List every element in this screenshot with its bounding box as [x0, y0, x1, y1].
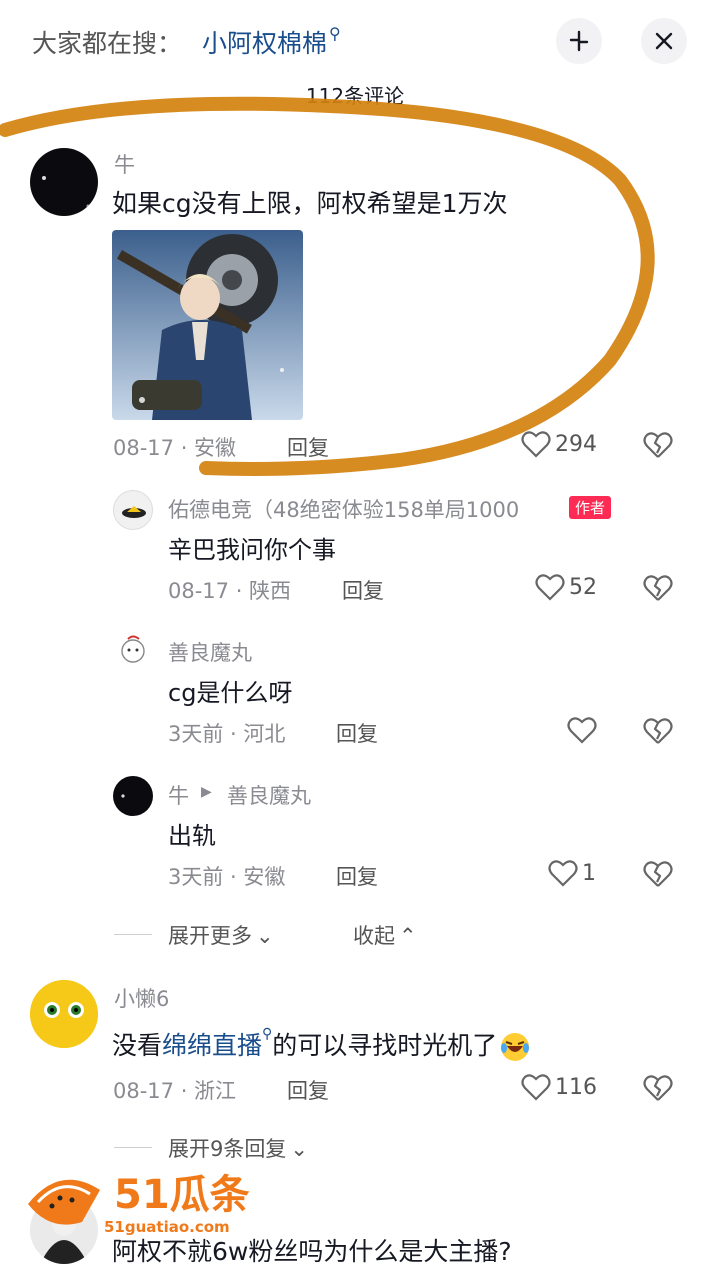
collapse-label: 收起 [353, 924, 395, 948]
search-suggest-link[interactable]: 小阿权棉棉 ⚲ [202, 24, 341, 60]
avatar[interactable] [30, 148, 98, 216]
comment-text: 没看绵绵直播⚲的可以寻找时光机了 [112, 1026, 530, 1062]
heart-icon [521, 1074, 551, 1101]
reply-button[interactable]: 回复 [287, 1075, 329, 1105]
like-count: 294 [555, 431, 597, 457]
comment-text-before: 没看 [112, 1031, 163, 1060]
watermark-url: 51guatiao.com [104, 1218, 230, 1236]
comment-username[interactable]: 牛 [168, 780, 189, 810]
expand-more-label: 展开更多 [168, 924, 252, 948]
reply-button[interactable]: 回复 [287, 432, 329, 462]
broken-heart-icon [643, 861, 673, 887]
comment-text-after: 的可以寻找时光机了 [272, 1031, 498, 1060]
chevron-down-icon: ⌄ [256, 924, 274, 948]
search-link[interactable]: 绵绵直播⚲ [162, 1026, 272, 1060]
search-icon: ⚲ [329, 24, 341, 43]
laughing-crying-emoji-icon [500, 1032, 530, 1062]
author-badge: 作者 [569, 496, 612, 519]
comment-username[interactable]: 牛 [114, 149, 135, 179]
broken-heart-icon [643, 718, 673, 744]
broken-heart-icon [643, 1075, 673, 1101]
like-count: 1 [582, 860, 596, 886]
dislike-button[interactable] [643, 574, 673, 606]
like-button[interactable]: 294 [521, 430, 597, 458]
reply-button[interactable]: 回复 [336, 861, 378, 891]
watermark-logo: 51瓜条 51guatiao.com [20, 1160, 280, 1240]
search-icon: ⚲ [262, 1026, 273, 1042]
heart-icon [567, 717, 597, 744]
like-button[interactable]: 52 [535, 573, 597, 601]
comment-username[interactable]: 小懒6 [114, 983, 169, 1013]
heart-icon [548, 860, 578, 887]
top-bar: 大家都在搜： 小阿权棉棉 ⚲ 112条评论 [0, 0, 710, 108]
comment-meta: 3天前 · 河北 [168, 722, 286, 746]
dislike-button[interactable] [643, 431, 673, 463]
thread-divider [114, 934, 152, 935]
comment-meta: 08-17 · 陕西 [168, 579, 292, 603]
comment-image[interactable] [112, 230, 303, 420]
reply-button[interactable]: 回复 [342, 575, 384, 605]
comment-username[interactable]: 佑德电竞（48绝密体验158单局1000 [168, 494, 519, 524]
heart-icon [535, 574, 565, 601]
watermark-brand: 51瓜条 [114, 1172, 250, 1218]
close-icon [655, 32, 673, 50]
like-button[interactable]: 116 [521, 1073, 597, 1101]
reply-to-username[interactable]: 善良魔丸 [227, 780, 311, 810]
collapse-icon [569, 30, 589, 52]
like-count: 116 [555, 1074, 597, 1100]
like-count: 52 [569, 574, 597, 600]
broken-heart-icon [643, 575, 673, 601]
expand-replies-button[interactable]: 展开9条回复 ⌄ [168, 1133, 308, 1163]
close-button[interactable] [641, 18, 687, 64]
search-suggest-prefix: 大家都在搜： [32, 29, 183, 58]
avatar[interactable] [113, 633, 153, 673]
search-link-text: 绵绵直播 [162, 1031, 263, 1060]
chevron-up-icon: ⌃ [399, 924, 417, 948]
like-button[interactable] [567, 716, 601, 744]
search-term-text: 小阿权棉棉 [202, 29, 328, 58]
avatar[interactable] [30, 980, 98, 1048]
comment-text: 出轨 [168, 822, 216, 850]
like-button[interactable]: 1 [548, 859, 596, 887]
comment-meta: 08-17 · 安徽 [113, 436, 237, 460]
reply-arrow-icon: ▶ [201, 784, 212, 800]
collapse-button[interactable]: 收起 ⌃ [353, 920, 417, 950]
heart-icon [521, 431, 551, 458]
comment-text: cg是什么呀 [168, 679, 293, 707]
comment-username[interactable]: 善良魔丸 [168, 637, 252, 667]
dislike-button[interactable] [643, 860, 673, 892]
comment-text: 如果cg没有上限，阿权希望是1万次 [112, 189, 508, 218]
expand-more-button[interactable]: 展开更多 ⌄ [168, 920, 274, 950]
avatar[interactable] [113, 776, 153, 816]
comment-meta: 08-17 · 浙江 [113, 1079, 237, 1103]
dislike-button[interactable] [643, 1074, 673, 1106]
avatar[interactable] [113, 490, 153, 530]
thread-divider [114, 1147, 152, 1148]
reply-button[interactable]: 回复 [336, 718, 378, 748]
collapse-button[interactable] [556, 18, 602, 64]
comment-meta: 3天前 · 安徽 [168, 865, 286, 889]
comment-text: 辛巴我问你个事 [168, 536, 336, 564]
chevron-down-icon: ⌄ [290, 1137, 308, 1161]
comment-count: 112条评论 [305, 84, 405, 108]
expand-replies-label: 展开9条回复 [168, 1137, 287, 1161]
broken-heart-icon [643, 432, 673, 458]
dislike-button[interactable] [643, 717, 673, 749]
